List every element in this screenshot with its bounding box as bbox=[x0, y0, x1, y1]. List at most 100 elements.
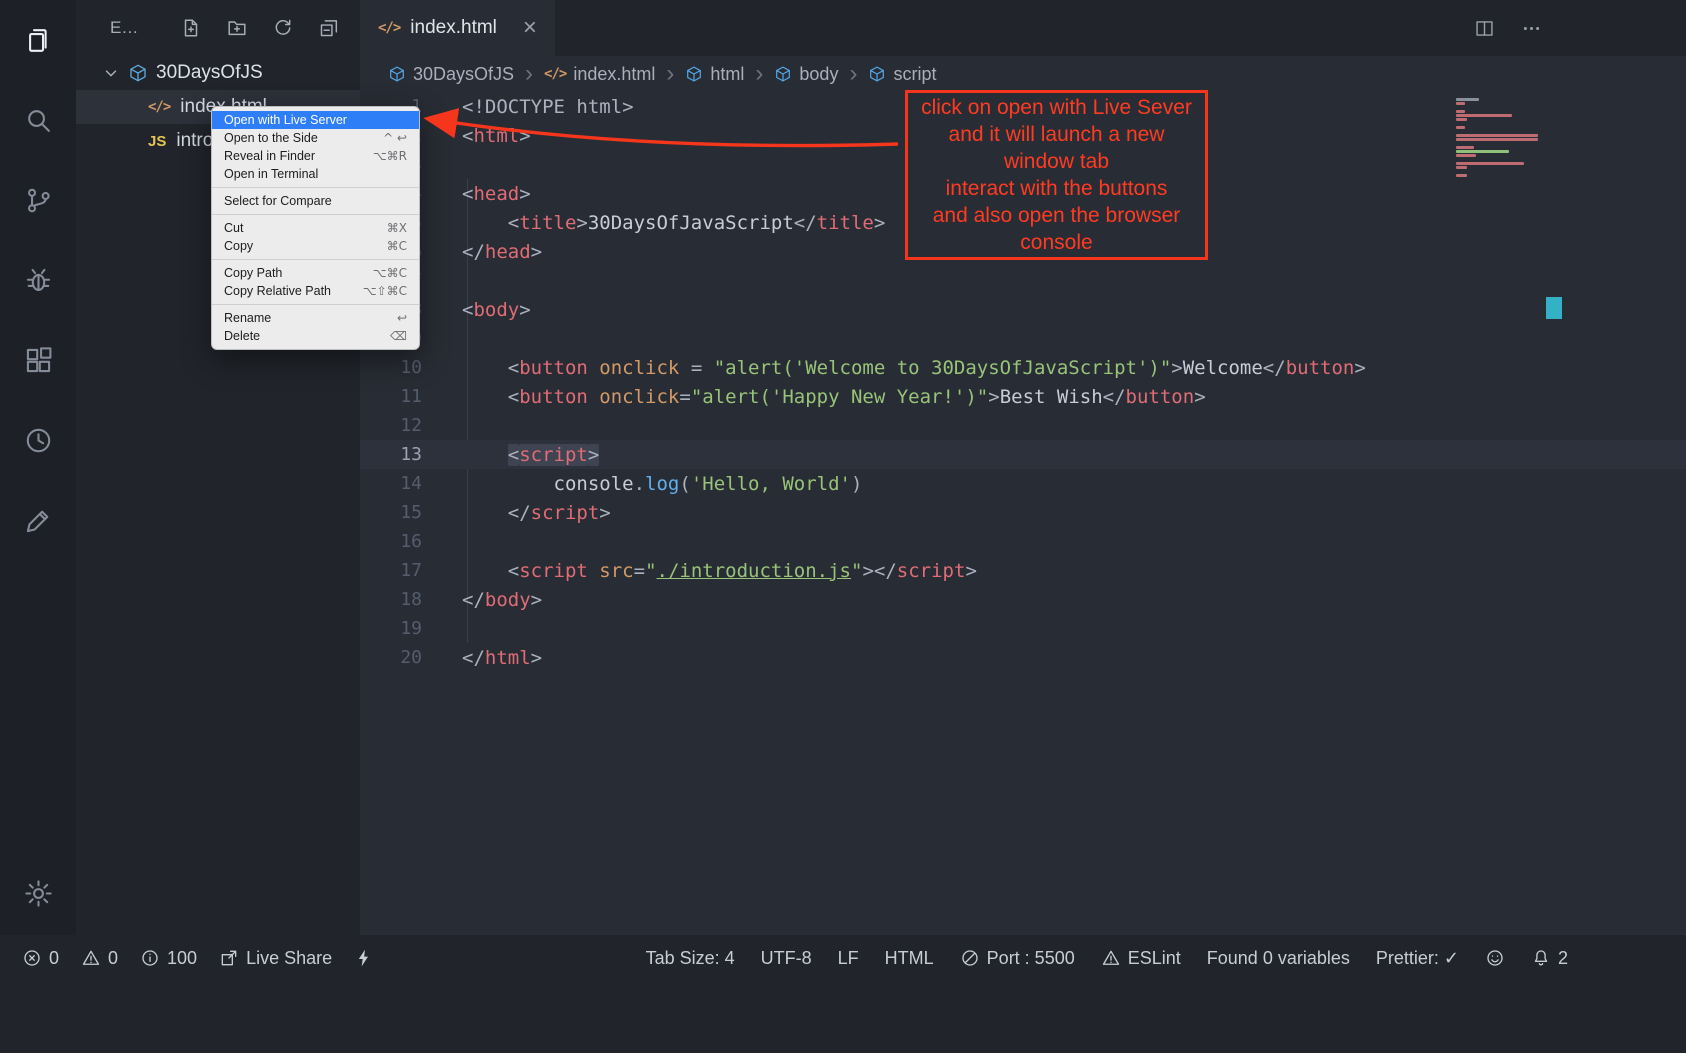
code-line-11[interactable]: 11 <button onclick="alert('Happy New Yea… bbox=[360, 382, 1686, 411]
status-warnings[interactable]: 0 bbox=[81, 948, 118, 969]
activity-bar-bottom bbox=[0, 878, 76, 909]
breadcrumb-label: html bbox=[710, 64, 744, 85]
menu-item-shortcut: ⌘C bbox=[387, 239, 407, 253]
menu-item-shortcut: ⌥⇧⌘C bbox=[363, 284, 407, 298]
code-line-17[interactable]: 17 <script src="./introduction.js"></scr… bbox=[360, 556, 1686, 585]
code-token: < bbox=[462, 183, 473, 205]
code-line-19[interactable]: 19 bbox=[360, 614, 1686, 643]
tab-bar: </> index.html × bbox=[360, 0, 1686, 56]
line-content: <!DOCTYPE html> bbox=[462, 96, 634, 118]
status-eol[interactable]: LF bbox=[838, 948, 859, 969]
code-line-13[interactable]: 13 <script> bbox=[360, 440, 1686, 469]
status-eslint[interactable]: ESLint bbox=[1101, 948, 1181, 969]
status-language-mode[interactable]: HTML bbox=[885, 948, 934, 969]
activity-explorer[interactable] bbox=[0, 0, 76, 80]
line-number: 11 bbox=[360, 386, 422, 407]
code-line-12[interactable]: 12 bbox=[360, 411, 1686, 440]
activity-bar-items bbox=[0, 0, 76, 560]
menu-item-label: Copy Path bbox=[224, 266, 282, 280]
code-token: > bbox=[965, 560, 976, 582]
breadcrumb: 30DaysOfJS›</>index.html›html›body›scrip… bbox=[360, 56, 1686, 92]
info-icon bbox=[140, 948, 160, 968]
menu-item-copy-relative-path[interactable]: Copy Relative Path⌥⇧⌘C bbox=[212, 282, 419, 300]
new-file-button[interactable] bbox=[180, 17, 202, 39]
code-line-14[interactable]: 14 console.log('Hello, World') bbox=[360, 469, 1686, 498]
code-line-8[interactable]: 8<body> bbox=[360, 295, 1686, 324]
status-quick-action[interactable] bbox=[354, 948, 374, 968]
menu-item-open-to-the-side[interactable]: Open to the Side^ ↩ bbox=[212, 129, 419, 147]
breadcrumb-30daysofjs[interactable]: 30DaysOfJS bbox=[388, 64, 514, 85]
menu-item-open-with-live-server[interactable]: Open with Live Server bbox=[212, 111, 419, 129]
code-token: log bbox=[645, 473, 679, 495]
menu-item-open-in-terminal[interactable]: Open in Terminal bbox=[212, 165, 419, 183]
activity-extensions[interactable] bbox=[0, 320, 76, 400]
activity-settings[interactable] bbox=[23, 878, 54, 909]
code-line-7[interactable]: 7 bbox=[360, 266, 1686, 295]
line-content: <button onclick = "alert('Welcome to 30D… bbox=[462, 357, 1366, 379]
close-icon[interactable]: × bbox=[523, 16, 537, 40]
split-editor-icon[interactable] bbox=[1474, 18, 1495, 39]
tab-actions bbox=[1474, 0, 1542, 56]
menu-item-select-for-compare[interactable]: Select for Compare bbox=[212, 192, 419, 210]
status-errors[interactable]: 0 bbox=[22, 948, 59, 969]
minimap-line bbox=[1456, 154, 1476, 157]
tab-index-html[interactable]: </> index.html × bbox=[360, 0, 555, 56]
line-number: 19 bbox=[360, 618, 422, 639]
status-notifications[interactable]: 2 bbox=[1531, 948, 1568, 969]
code-line-18[interactable]: 18</body> bbox=[360, 585, 1686, 614]
breadcrumb-label: 30DaysOfJS bbox=[413, 64, 514, 85]
activity-search[interactable] bbox=[0, 80, 76, 160]
activity-history[interactable] bbox=[0, 400, 76, 480]
extensions-icon bbox=[23, 345, 54, 376]
code-token: html bbox=[473, 125, 519, 147]
status-label: HTML bbox=[885, 948, 934, 969]
code-line-20[interactable]: 20</html> bbox=[360, 643, 1686, 672]
breadcrumb-index-html[interactable]: </>index.html bbox=[544, 64, 655, 85]
status-feedback-smiley[interactable] bbox=[1485, 948, 1505, 968]
status-label: UTF-8 bbox=[761, 948, 812, 969]
code-line-16[interactable]: 16 bbox=[360, 527, 1686, 556]
menu-item-cut[interactable]: Cut⌘X bbox=[212, 219, 419, 237]
breadcrumb-script[interactable]: script bbox=[868, 64, 936, 85]
code-token: title bbox=[519, 212, 576, 234]
feedback-icon bbox=[23, 505, 54, 536]
status-prettier[interactable]: Prettier: ✓ bbox=[1376, 948, 1459, 969]
code-line-15[interactable]: 15 </script> bbox=[360, 498, 1686, 527]
minimap[interactable] bbox=[1456, 98, 1540, 177]
folder-row-30daysofjs[interactable]: 30DaysOfJS bbox=[76, 56, 360, 90]
menu-item-reveal-in-finder[interactable]: Reveal in Finder⌥⌘R bbox=[212, 147, 419, 165]
menu-item-copy-path[interactable]: Copy Path⌥⌘C bbox=[212, 264, 419, 282]
status-tab-size[interactable]: Tab Size: 4 bbox=[646, 948, 735, 969]
code-line-10[interactable]: 10 <button onclick = "alert('Welcome to … bbox=[360, 353, 1686, 382]
code-token: > bbox=[531, 241, 542, 263]
code-token bbox=[588, 357, 599, 379]
code-token: < bbox=[462, 299, 473, 321]
refresh-explorer-button[interactable] bbox=[272, 17, 294, 39]
menu-item-copy[interactable]: Copy⌘C bbox=[212, 237, 419, 255]
status-info-count[interactable]: 100 bbox=[140, 948, 197, 969]
share-icon bbox=[219, 948, 239, 968]
activity-source-control[interactable] bbox=[0, 160, 76, 240]
status-label: ESLint bbox=[1128, 948, 1181, 969]
minimap-line bbox=[1456, 114, 1512, 117]
status-variables[interactable]: Found 0 variables bbox=[1207, 948, 1350, 969]
activity-feedback[interactable] bbox=[0, 480, 76, 560]
menu-item-label: Open with Live Server bbox=[224, 113, 347, 127]
activity-run-debug[interactable] bbox=[0, 240, 76, 320]
more-actions-icon[interactable] bbox=[1521, 18, 1542, 39]
annotation-line: and it will launch a new bbox=[908, 121, 1205, 148]
menu-item-delete[interactable]: Delete⌫ bbox=[212, 327, 419, 345]
code-token: ) bbox=[851, 473, 862, 495]
menu-item-rename[interactable]: Rename↩ bbox=[212, 309, 419, 327]
new-folder-button[interactable] bbox=[226, 17, 248, 39]
code-token: = bbox=[634, 560, 645, 582]
status-encoding[interactable]: UTF-8 bbox=[761, 948, 812, 969]
collapse-folders-button[interactable] bbox=[318, 17, 340, 39]
minimap-line bbox=[1456, 102, 1465, 105]
status-live-share[interactable]: Live Share bbox=[219, 948, 332, 969]
status-live-server-port[interactable]: Port : 5500 bbox=[960, 948, 1075, 969]
code-line-9[interactable]: 9 bbox=[360, 324, 1686, 353]
breadcrumb-html[interactable]: html bbox=[685, 64, 744, 85]
code-token: </ bbox=[462, 241, 485, 263]
breadcrumb-body[interactable]: body bbox=[774, 64, 838, 85]
